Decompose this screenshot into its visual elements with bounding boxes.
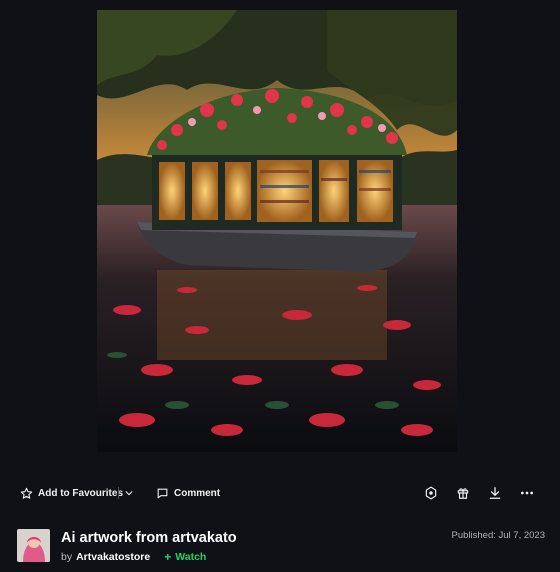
watch-label: Watch <box>175 551 207 563</box>
published-date: Published: Jul 7, 2023 <box>451 530 545 541</box>
gift-icon <box>456 486 470 500</box>
author-link[interactable]: Artvakatostore <box>76 551 150 563</box>
byline: by Artvakatostore + Watch <box>61 551 206 563</box>
more-icon <box>520 486 534 500</box>
gift-button[interactable] <box>453 478 473 508</box>
chevron-down-icon <box>124 488 134 498</box>
badge-icon <box>424 486 438 500</box>
add-to-favourites-button[interactable]: Add to Favourites <box>20 478 123 508</box>
download-icon <box>488 486 502 500</box>
deviation-title: Ai artwork from artvakato <box>61 530 237 546</box>
comment-button[interactable]: Comment <box>156 478 220 508</box>
plus-icon: + <box>164 550 172 564</box>
comment-label: Comment <box>174 487 221 499</box>
watch-button[interactable]: + Watch <box>164 551 206 563</box>
artwork-image[interactable] <box>97 10 457 452</box>
star-icon <box>20 487 33 500</box>
favourites-dropdown-button[interactable] <box>124 478 134 508</box>
avatar[interactable] <box>17 529 50 562</box>
download-button[interactable] <box>485 478 505 508</box>
divider <box>118 487 119 499</box>
badge-button[interactable] <box>421 478 441 508</box>
add-to-favourites-label: Add to Favourites <box>38 487 124 499</box>
by-label: by <box>61 551 73 563</box>
artwork-stage <box>0 0 560 468</box>
action-bar: Add to Favourites Comment <box>0 478 560 508</box>
comment-icon <box>156 487 169 500</box>
deviation-info: Ai artwork from artvakato by Artvakatost… <box>0 518 560 572</box>
more-options-button[interactable] <box>517 478 537 508</box>
